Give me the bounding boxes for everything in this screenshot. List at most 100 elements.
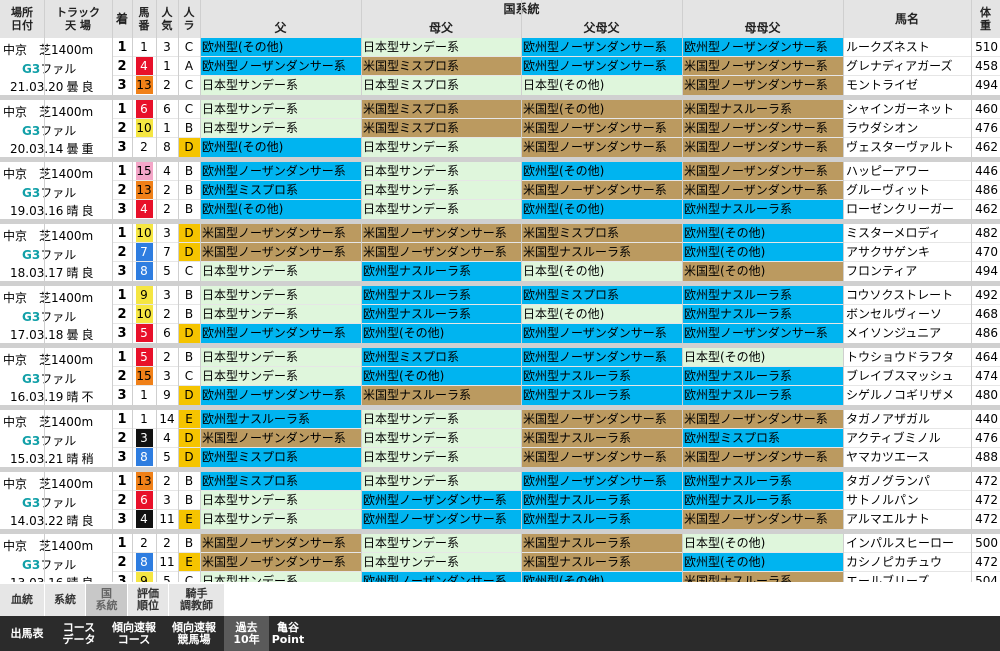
header-place-date-bottom: 日付 (11, 19, 33, 32)
horse-weight: 472 (975, 512, 998, 526)
horse-name[interactable]: グルーヴィット (843, 181, 971, 200)
lineage-mother-mother-father: 欧州型ノーザンダンサー系 (682, 324, 843, 343)
lineage-father-mother-father: 欧州型ナスルーラ系 (521, 491, 682, 510)
popularity: 14 (159, 412, 175, 426)
horse-name[interactable]: ルークズネスト (843, 38, 971, 57)
race-place-track: 中京 芝1400m (3, 103, 93, 120)
horse-name[interactable]: ヴェスターヴァルト (843, 138, 971, 157)
horse-name[interactable]: メイソンジュニア (843, 324, 971, 343)
race-info: 中京 芝1400m G3ファル 16.03.19 晴不 (0, 348, 112, 405)
horse-name[interactable]: カシノピカチュウ (843, 553, 971, 572)
sub-tab-4[interactable]: 騎手 調教師 (169, 584, 225, 616)
race-info: 中京 芝1400m G3ファル 15.03.21 晴稍 (0, 410, 112, 467)
horse-number-badge: 13 (135, 472, 153, 490)
horse-number-badge: 8 (135, 448, 153, 466)
finish-rank: 2 (117, 555, 127, 570)
lineage-father-mother-father: 欧州型ノーザンダンサー系 (521, 472, 682, 491)
finish-rank: 3 (117, 78, 127, 93)
horse-name[interactable]: シゲルノコギリザメ (843, 386, 971, 405)
horse-name[interactable]: グレナディアガーズ (843, 57, 971, 76)
horse-name[interactable]: シャインガーネット (843, 100, 971, 119)
lineage-father: 日本型サンデー系 (200, 100, 361, 119)
horse-weight: 468 (975, 307, 998, 321)
race-info: 中京 芝1400m G3ファル 21.03.20 曇良 (0, 38, 112, 95)
finish-rank: 3 (117, 202, 127, 217)
popularity: 11 (159, 512, 175, 526)
finish-rank: 2 (117, 493, 127, 508)
header-number: 馬 番 (132, 0, 156, 38)
bottom-tab-1[interactable]: コース データ (54, 616, 104, 651)
ninki-rank: D (178, 324, 200, 343)
horse-weight: 492 (975, 288, 998, 302)
popularity: 3 (163, 493, 171, 507)
horse-name[interactable]: ボンセルヴィーソ (843, 305, 971, 324)
horse-number: 8 (132, 553, 156, 572)
race-track: 芝1400m (39, 229, 94, 243)
horse-name[interactable]: ヤマカツエース (843, 448, 971, 467)
horse-name[interactable]: アサクサゲンキ (843, 243, 971, 262)
horse-name[interactable]: トウショウドラフタ (843, 348, 971, 367)
horse-number-badge: 13 (135, 76, 153, 94)
horse-weight: 462 (975, 202, 998, 216)
popularity: 2 (163, 350, 171, 364)
header-weight-bottom: 重 (980, 19, 991, 32)
horse-name[interactable]: アクティブミノル (843, 429, 971, 448)
bottom-tab-4[interactable]: 過去 10年 (224, 616, 269, 651)
horse-name[interactable]: ハッピーアワー (843, 162, 971, 181)
race-title: ファル (40, 434, 77, 448)
bottom-tab-2[interactable]: 傾向速報 コース (104, 616, 164, 651)
horse-name[interactable]: タガノアザガル (843, 410, 971, 429)
horse-weight: 482 (975, 226, 998, 240)
sub-tab-3[interactable]: 評価 順位 (128, 584, 169, 616)
horse-name[interactable]: フロンティア (843, 262, 971, 281)
ninki-rank: B (184, 536, 194, 550)
sub-tab-2[interactable]: 国 系統 (86, 584, 128, 616)
header-mother-mother-father: 母母父 (682, 19, 843, 38)
horse-number: 8 (132, 262, 156, 281)
horse-name[interactable]: ローゼンクリーガー (843, 200, 971, 219)
horse-number-badge: 1 (135, 386, 153, 404)
lineage-mother-mother-father: 米国型ノーザンダンサー系 (682, 448, 843, 467)
lineage-father-mother-father: 欧州型ナスルーラ系 (521, 510, 682, 529)
race-weather: 晴 (66, 452, 79, 466)
sub-tab-0[interactable]: 血統 (0, 584, 45, 616)
bottom-tab-3[interactable]: 傾向速報 競馬場 (164, 616, 224, 651)
popularity: 2 (163, 78, 171, 92)
race-grade: G3 (22, 248, 41, 262)
horse-name[interactable]: アルマエルナト (843, 510, 971, 529)
race-grade: G3 (22, 124, 41, 138)
header-number-bottom: 番 (138, 19, 150, 32)
finish-rank: 2 (117, 307, 127, 322)
race-place-track: 中京 芝1400m (3, 41, 93, 58)
ninki-rank: B (184, 183, 194, 197)
race-info: 中京 芝1400m G3ファル 20.03.14 曇重 (0, 100, 112, 157)
race-grade: G3 (22, 434, 41, 448)
horse-name[interactable]: ブレイブスマッシュ (843, 367, 971, 386)
race-title: ファル (40, 62, 77, 76)
horse-number: 4 (132, 510, 156, 529)
bottom-tab-5[interactable]: 亀谷 Point (269, 616, 307, 651)
horse-number: 6 (132, 100, 156, 119)
horse-name[interactable]: ミスターメロディ (843, 224, 971, 243)
finish-rank: 2 (117, 431, 127, 446)
race-date-condition: 17.03.18 曇良 (10, 326, 93, 343)
lineage-mother-father: 日本型サンデー系 (361, 38, 521, 57)
popularity: 3 (163, 40, 171, 54)
horse-name[interactable]: インパルスヒーロー (843, 534, 971, 553)
race-grade: G3 (22, 496, 41, 510)
lineage-mother-mother-father: 欧州型ナスルーラ系 (682, 491, 843, 510)
horse-number-badge: 4 (135, 200, 153, 218)
horse-name[interactable]: サトノルパン (843, 491, 971, 510)
horse-name[interactable]: タガノグランパ (843, 472, 971, 491)
bottom-tab-0[interactable]: 出馬表 (0, 616, 54, 651)
race-name: G3ファル (22, 60, 76, 77)
horse-name[interactable]: コウソクストレート (843, 286, 971, 305)
finish-rank: 2 (117, 121, 127, 136)
header-track-bottom: 天 場 (65, 19, 91, 32)
horse-name[interactable]: ラウダシオン (843, 119, 971, 138)
horse-name[interactable]: モントライゼ (843, 76, 971, 95)
race-name: G3ファル (22, 432, 76, 449)
ninki-rank: B (184, 202, 194, 216)
sub-tab-1[interactable]: 系統 (45, 584, 86, 616)
lineage-father-mother-father: 米国型ノーザンダンサー系 (521, 410, 682, 429)
